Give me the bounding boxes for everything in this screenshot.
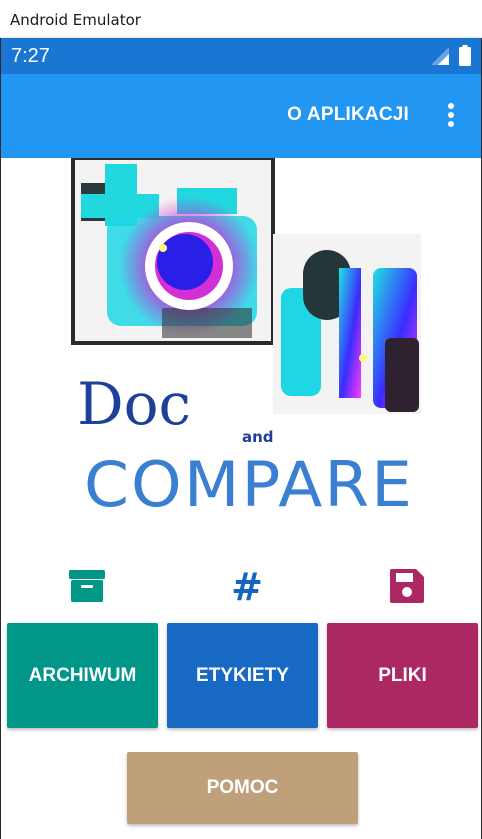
- files-button[interactable]: PLIKI: [327, 623, 478, 728]
- archive-box-icon: [69, 570, 105, 602]
- logo-title-primary: Doc: [77, 370, 191, 438]
- status-time: 7:27: [11, 45, 50, 67]
- svg-text:#: #: [231, 568, 263, 604]
- camera-graphic: [71, 158, 275, 345]
- category-icon-row: #: [1, 568, 481, 608]
- phone-graphic: [273, 234, 421, 414]
- hashtag-icon: #: [231, 568, 263, 604]
- emulator-title-bar: Android Emulator: [0, 0, 482, 38]
- about-app-button[interactable]: O APLIKACJI: [287, 104, 409, 126]
- device-screen: 7:27 O APLIKACJI Doc and COMPARE # ARCHI…: [0, 38, 482, 839]
- emulator-title: Android Emulator: [10, 11, 141, 29]
- tags-button[interactable]: ETYKIETY: [167, 623, 318, 728]
- archive-button[interactable]: ARCHIWUM: [7, 623, 158, 728]
- logo-title-secondary: COMPARE: [84, 448, 414, 518]
- status-bar: 7:27: [1, 38, 481, 74]
- logo-connector: and: [242, 428, 274, 446]
- battery-icon: [459, 45, 471, 66]
- floppy-disk-icon: [390, 569, 424, 603]
- signal-icon: [431, 47, 449, 65]
- help-button[interactable]: POMOC: [127, 752, 358, 824]
- doc-and-compare-logo: Doc and COMPARE: [71, 158, 421, 518]
- more-vert-icon[interactable]: [447, 103, 455, 129]
- app-bar: O APLIKACJI: [1, 74, 481, 158]
